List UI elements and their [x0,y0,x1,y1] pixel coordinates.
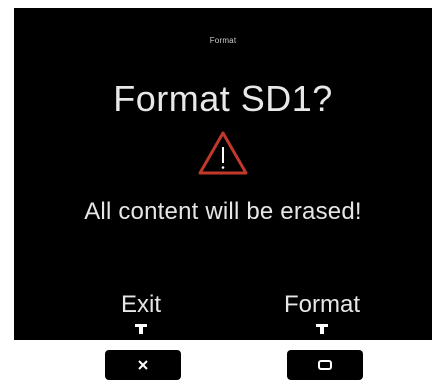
close-x-icon [138,360,148,370]
square-icon [318,360,332,370]
format-softkey-label: Format [283,291,360,318]
screen-header: Format [209,36,237,45]
erase-warning-message: All content will be erased! [84,198,362,225]
exit-pointer-icon [135,324,147,334]
exit-softkey-label: Exit [120,291,161,318]
format-pointer-icon [316,324,328,334]
warning-triangle-icon [198,131,248,175]
device-screen: Format Format SD1? All content will be e… [14,8,432,340]
format-question: Format SD1? [113,78,333,119]
format-button[interactable] [287,350,363,380]
exit-button[interactable] [105,350,181,380]
